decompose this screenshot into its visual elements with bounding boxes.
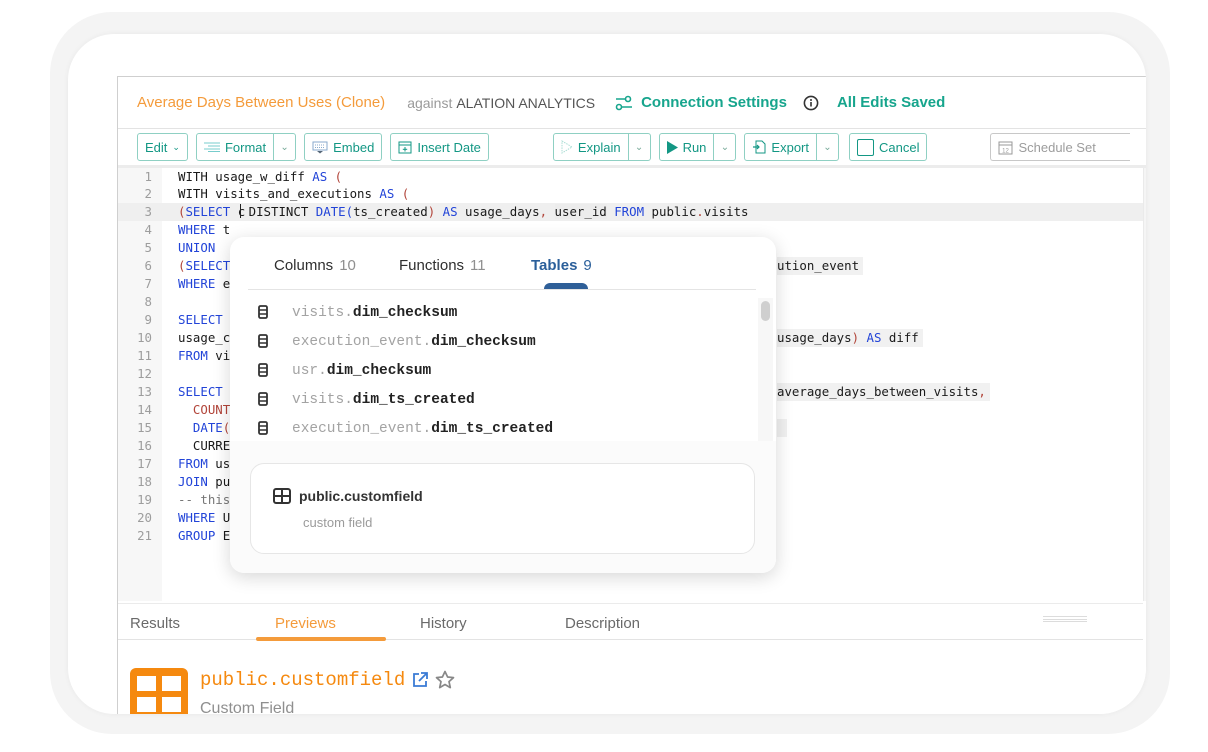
divider (248, 289, 756, 290)
play-outline-icon (561, 140, 573, 154)
code-line-active: 3 (SELECT c DISTINCT DATE(ts_created) AS … (118, 203, 1143, 221)
against-label: against (407, 94, 453, 111)
autocomplete-popup: Columns 10 Functions 11 Tables 9 visits.dim… (230, 237, 776, 573)
explain-dropdown-toggle[interactable]: ⌄ (627, 134, 650, 160)
save-status: All Edits Saved (836, 94, 946, 111)
table-preview: public.customfield Custom Field (130, 664, 630, 714)
column-icon (258, 334, 268, 348)
keyboard-icon (312, 141, 328, 153)
cancel-button[interactable]: Cancel (849, 133, 928, 161)
calendar-icon: 12 (998, 141, 1013, 154)
embed-label: Embed (333, 139, 375, 155)
edit-menu-button[interactable]: Edit ⌄ (137, 133, 188, 161)
external-link-icon[interactable] (411, 671, 429, 689)
datasource-name[interactable]: ALATION ANALYTICS (456, 95, 595, 111)
format-dropdown-toggle[interactable]: ⌄ (273, 134, 295, 160)
query-title[interactable]: Average Days Between Uses (Clone) (137, 94, 385, 111)
code-line: 1 WITH usage_w_diff AS ( (144, 169, 343, 184)
suggestion-list: visits.dim_checksum execution_event.dim_… (230, 298, 758, 441)
scrollbar-thumb[interactable] (761, 301, 770, 321)
connection-settings-link[interactable]: Connection Settings (615, 94, 787, 111)
play-icon (666, 140, 678, 154)
column-icon (258, 421, 268, 435)
format-label: Format (224, 139, 267, 155)
preview-table-name[interactable]: public.customfield (200, 669, 405, 691)
explain-label: Explain (577, 139, 621, 155)
tab-history[interactable]: History (420, 615, 467, 632)
tab-columns[interactable]: Columns 10 (274, 257, 356, 274)
suggestion-item[interactable]: usr.dim_checksum (230, 356, 758, 385)
run-dropdown-toggle[interactable]: ⌄ (713, 134, 735, 160)
export-icon (753, 140, 766, 154)
detail-description: custom field (303, 515, 373, 530)
preview-subtitle: Custom Field (200, 700, 295, 714)
column-icon (258, 305, 268, 319)
star-icon[interactable] (435, 670, 455, 690)
code-fragment (777, 419, 787, 437)
chevron-down-icon: ⌄ (172, 141, 180, 152)
code-fragment: ution_event (777, 257, 864, 275)
export-dropdown-toggle[interactable]: ⌄ (816, 134, 838, 160)
active-tab-indicator (256, 637, 386, 641)
cancel-label: Cancel (879, 139, 920, 155)
suggestion-item[interactable]: visits.dim_ts_created (230, 385, 758, 414)
format-button[interactable]: Format ⌄ (195, 133, 297, 161)
column-icon (258, 363, 268, 377)
code-fragment: average_days_between_visits, (777, 383, 990, 401)
schedule-settings-button[interactable]: 12 Schedule Set (990, 133, 1131, 161)
insert-date-label: Insert Date (417, 139, 481, 155)
run-label: Run (682, 139, 707, 155)
explain-button[interactable]: Explain ⌄ (552, 133, 651, 161)
autocomplete-tabs: Columns 10 Functions 11 Tables 9 (230, 237, 776, 295)
preview-title-row: public.customfield (200, 669, 455, 691)
tab-description[interactable]: Description (565, 615, 640, 632)
svg-text:12: 12 (1003, 148, 1010, 154)
run-button[interactable]: Run ⌄ (658, 133, 737, 161)
column-icon (258, 392, 268, 406)
sliders-icon (615, 95, 633, 110)
detail-title: public.customfield (299, 488, 423, 504)
code-line: 2 WITH visits_and_executions AS ( (144, 186, 410, 201)
stop-square-icon (857, 138, 874, 156)
edit-label: Edit (145, 139, 168, 155)
editor-toolbar: Edit ⌄ Format ⌄ Embed Insert Date Explai… (118, 129, 1146, 168)
info-icon[interactable] (803, 95, 819, 111)
suggestion-scrollbar[interactable] (758, 298, 773, 441)
embed-button[interactable]: Embed (304, 133, 383, 161)
schedule-label: Schedule Set (1018, 139, 1096, 155)
insert-date-button[interactable]: Insert Date (390, 133, 489, 161)
title-bar: Average Days Between Uses (Clone) agains… (118, 77, 1146, 129)
suggestion-detail-card: public.customfield custom field (250, 463, 755, 554)
export-label: Export (771, 139, 809, 155)
tab-previews[interactable]: Previews (275, 615, 336, 632)
tab-results[interactable]: Results (130, 615, 180, 632)
code-fragment: usage_days) AS diff (777, 329, 923, 347)
detail-title-row: public.customfield (273, 488, 423, 504)
suggestion-item[interactable]: visits.dim_checksum (230, 298, 758, 327)
table-icon (130, 668, 188, 714)
tab-tables[interactable]: Tables 9 (531, 257, 592, 274)
suggestion-item[interactable]: execution_event.dim_checksum (230, 327, 758, 356)
results-tabs: Results Previews History Description (118, 603, 1143, 641)
tab-functions[interactable]: Functions 11 (399, 257, 486, 274)
suggestion-detail-area: public.customfield custom field (230, 441, 776, 573)
resize-handle[interactable] (1043, 616, 1087, 622)
editor-scrollbar[interactable] (1143, 168, 1146, 601)
table-icon (273, 488, 291, 504)
format-icon (203, 142, 220, 152)
export-button[interactable]: Export ⌄ (744, 133, 839, 161)
calendar-plus-icon (398, 141, 412, 154)
connection-settings-label: Connection Settings (641, 94, 787, 111)
suggestion-item[interactable]: execution_event.dim_ts_created (230, 414, 758, 443)
